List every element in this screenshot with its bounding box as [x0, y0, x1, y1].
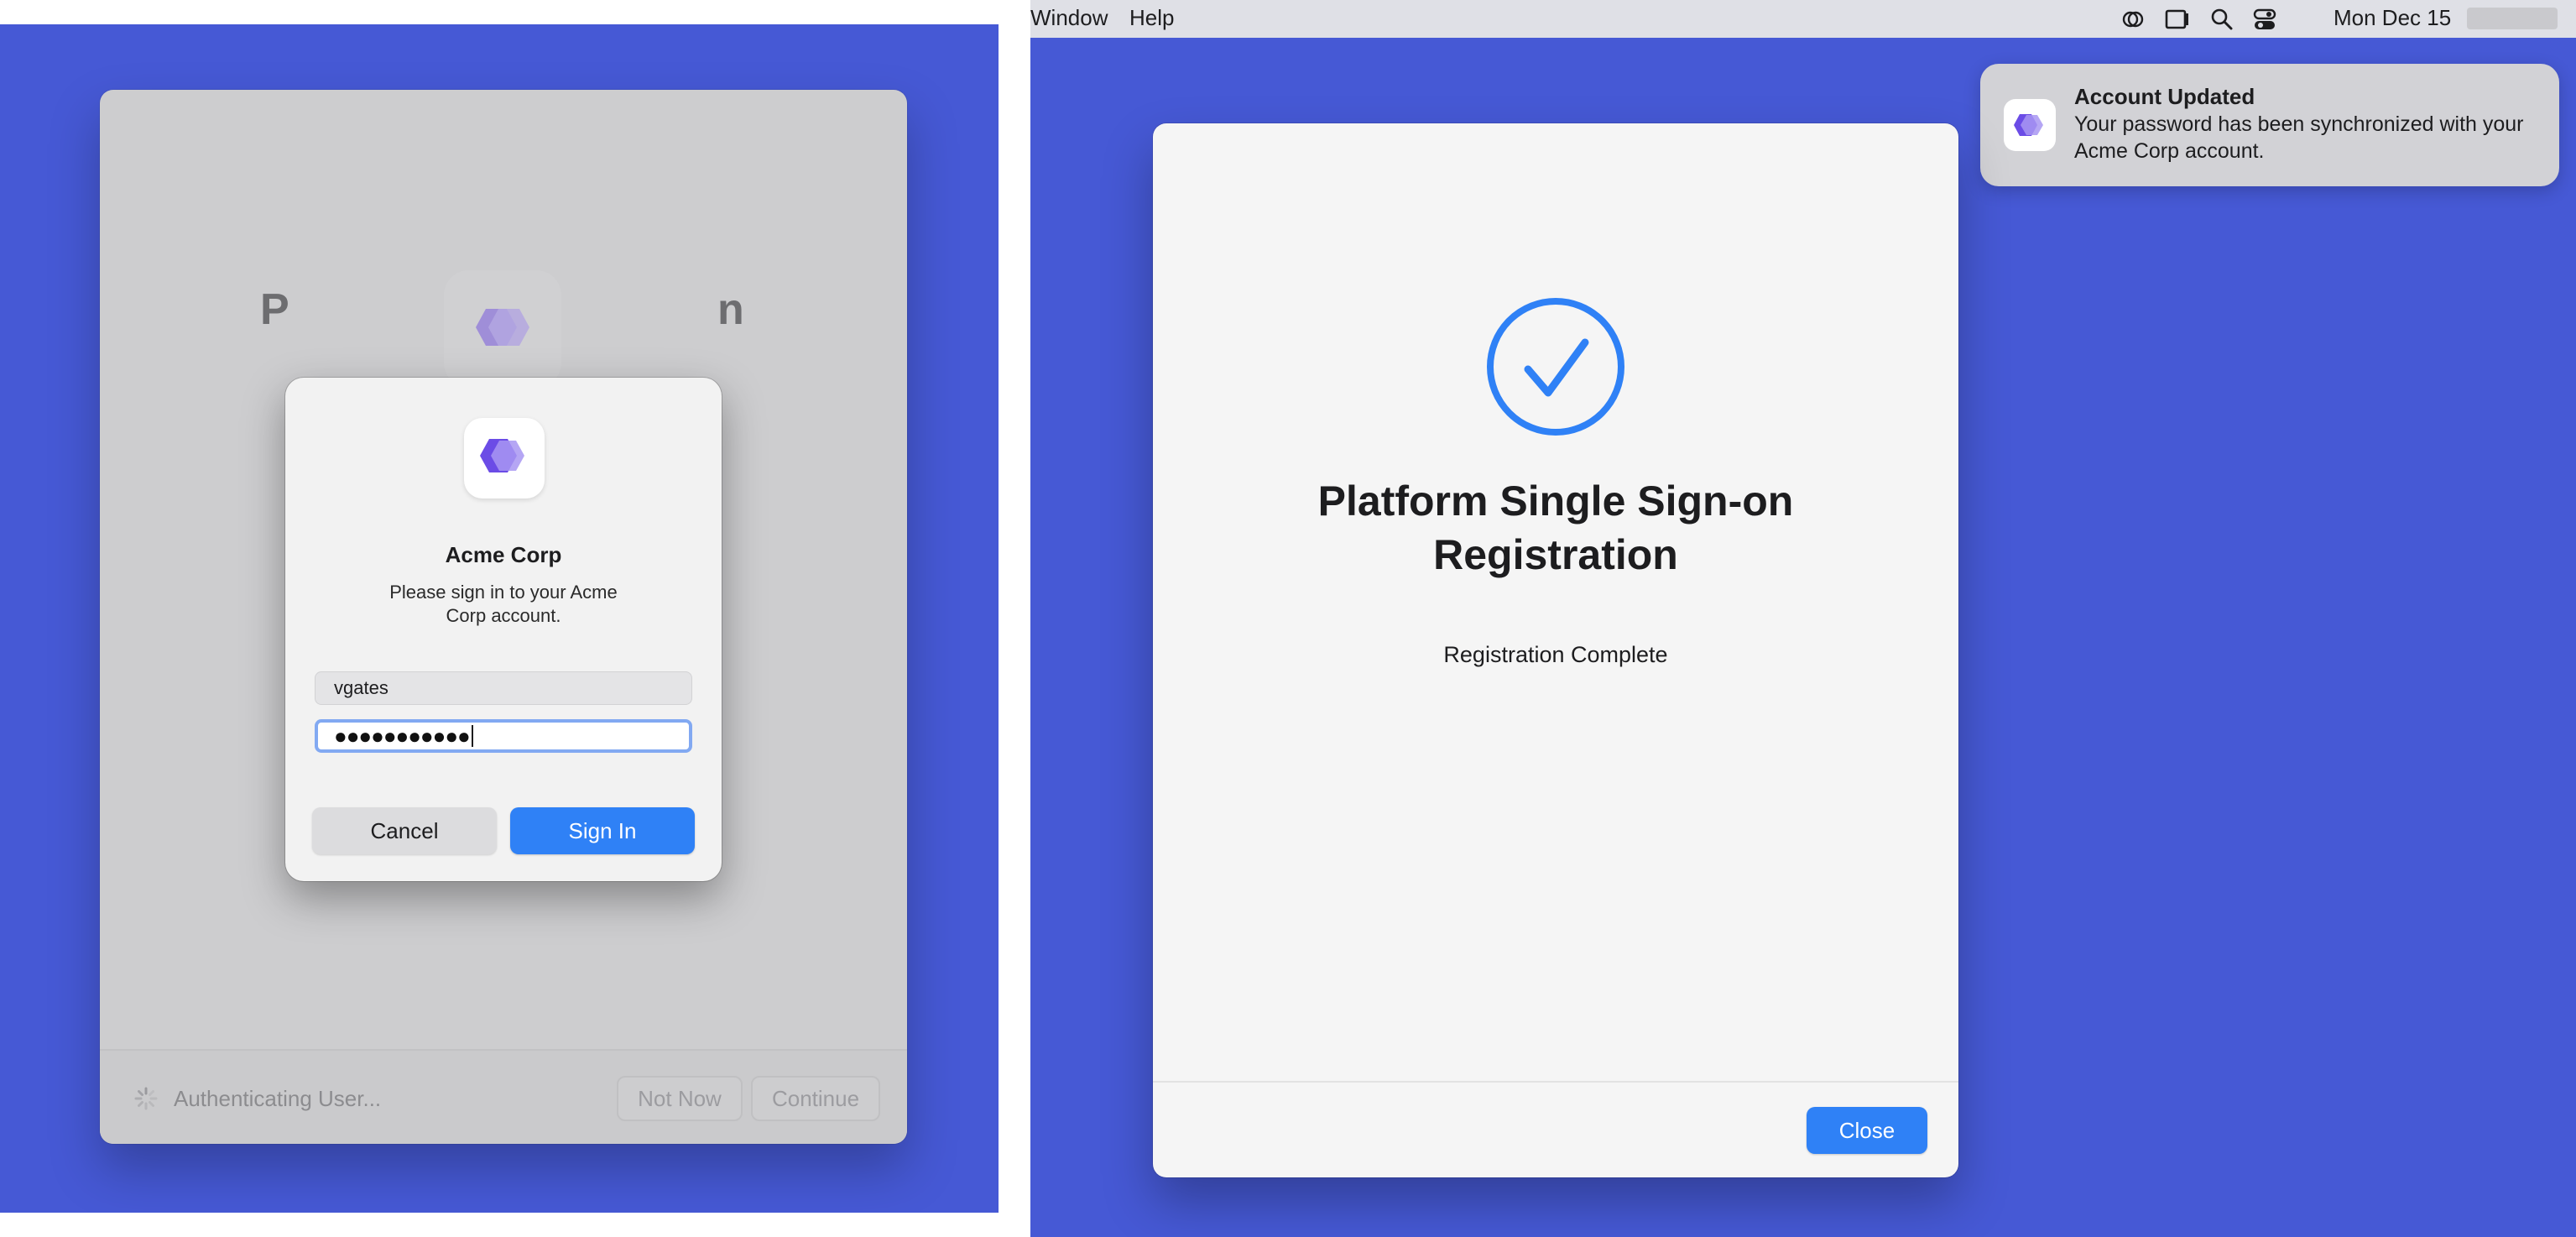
password-field[interactable]: ●●●●●●●●●●● — [315, 719, 692, 753]
menu-bar-time-redacted — [2467, 8, 2558, 29]
text-caret — [471, 725, 473, 747]
dialog-message: Please sign in to your Acme Corp account… — [389, 582, 618, 626]
username-field[interactable]: vgates — [315, 671, 692, 705]
menu-bar-date[interactable]: Mon Dec 15 — [2334, 5, 2451, 31]
screen-mirroring-icon[interactable] — [2119, 5, 2147, 34]
close-button[interactable]: Close — [1807, 1107, 1927, 1154]
sign-in-button[interactable]: Sign In — [510, 807, 695, 854]
screen-record-icon[interactable] — [2163, 5, 2192, 34]
right-desktop: Window Help Mon Dec 15 Account Updated Y… — [1030, 0, 2576, 1237]
menu-bar: Window Help Mon Dec 15 — [1030, 0, 2576, 38]
checkmark-circle-icon — [1487, 298, 1624, 436]
registration-title: Platform Single Sign-on Registration — [1317, 478, 1794, 578]
control-center-icon[interactable] — [2250, 5, 2279, 34]
acme-logo-icon — [464, 418, 545, 498]
cancel-button[interactable]: Cancel — [312, 807, 497, 854]
acme-logo-icon — [444, 270, 561, 388]
left-desktop: P n Authenticating User... Not Now Conti… — [0, 24, 999, 1213]
notification-title: Account Updated — [2074, 84, 2255, 109]
search-icon[interactable] — [2208, 5, 2236, 34]
continue-button[interactable]: Continue — [751, 1076, 880, 1121]
authenticating-status: Authenticating User... — [174, 1086, 382, 1111]
background-title-fragment-left: P — [260, 285, 289, 334]
menu-item-help[interactable]: Help — [1129, 5, 1174, 31]
registration-status: Registration Complete — [1443, 642, 1668, 667]
not-now-button[interactable]: Not Now — [617, 1076, 743, 1121]
dialog-title: Acme Corp — [445, 542, 562, 567]
password-dots: ●●●●●●●●●●● — [334, 723, 471, 749]
notification-banner[interactable]: Account Updated Your password has been s… — [1980, 64, 2559, 186]
notification-body: Your password has been synchronized with… — [2074, 112, 2524, 163]
acme-logo-icon — [2004, 99, 2056, 151]
menu-item-window[interactable]: Window — [1030, 5, 1108, 31]
background-footer: Authenticating User... Not Now Continue — [100, 1049, 907, 1144]
registration-window: Platform Single Sign-on Registration Reg… — [1153, 123, 1958, 1177]
spinner-icon — [134, 1087, 158, 1110]
background-title-fragment-right: n — [717, 285, 744, 334]
signin-dialog: Acme Corp Please sign in to your Acme Co… — [285, 378, 722, 881]
